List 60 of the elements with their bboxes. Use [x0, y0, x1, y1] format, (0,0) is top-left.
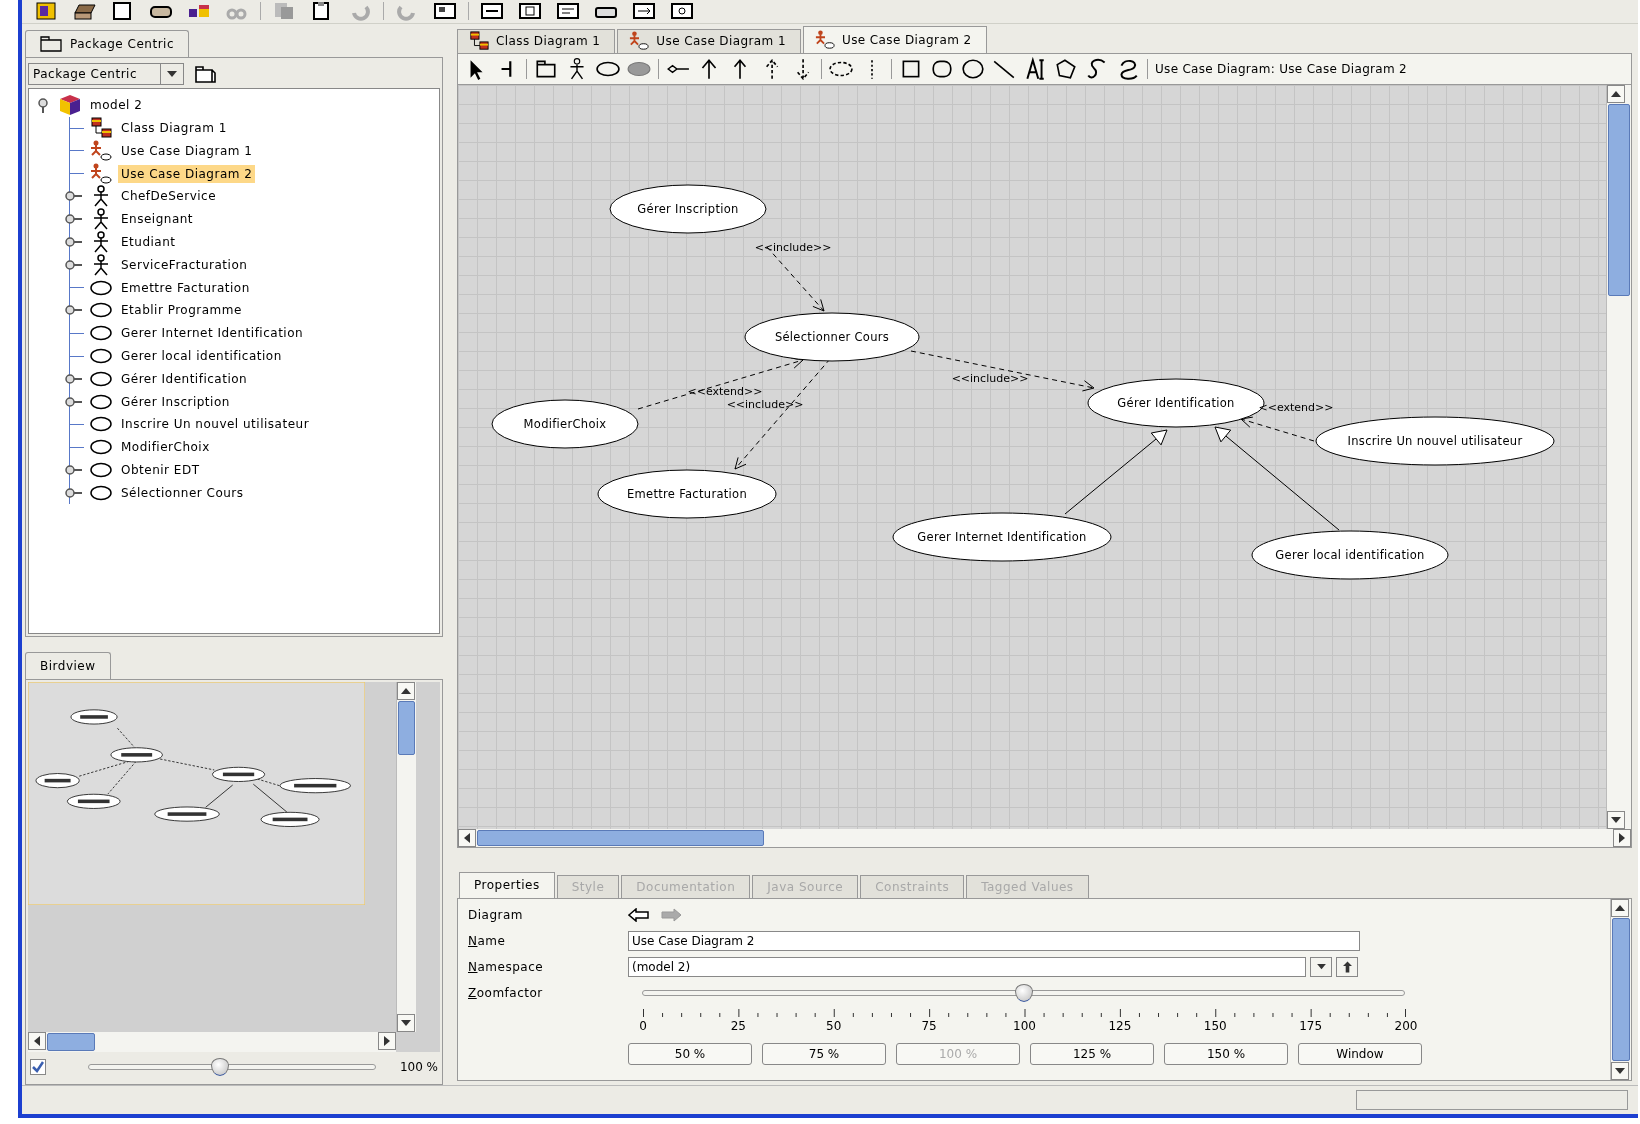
use-case-node: Gerer local identification	[1251, 530, 1449, 580]
use-case-node: ModifierChoix	[491, 399, 639, 449]
zoom-preset-button[interactable]: Window	[1298, 1042, 1422, 1065]
editor-tab[interactable]: Class Diagram 1	[457, 28, 616, 53]
tree-item[interactable]: Class Diagram 1	[118, 119, 230, 138]
tree-item[interactable]: ModifierChoix	[118, 438, 213, 457]
birdview-tab[interactable]: Birdview	[25, 651, 111, 679]
tree-item[interactable]: Use Case Diagram 2	[118, 164, 256, 183]
use-case-node: Inscrire Un nouvel utilisateur	[1315, 416, 1555, 466]
edge-label: <<include>>	[726, 397, 804, 411]
tree-item[interactable]: ServiceFracturation	[118, 255, 251, 274]
tree-item[interactable]: Emettre Facturation	[118, 278, 253, 297]
perspective-dropdown[interactable]: Package Centric	[28, 62, 184, 85]
tree-item[interactable]: Gerer local identification	[118, 347, 285, 366]
tick-label: 25	[729, 1018, 747, 1033]
tick-label: 150	[1202, 1018, 1228, 1033]
edge-label: <<include>>	[951, 371, 1029, 385]
zoom-preset-button[interactable]: 125 %	[1030, 1042, 1154, 1065]
tick-label: 0	[638, 1018, 648, 1033]
field-label: Zoomfactor	[468, 985, 544, 1000]
field-label: Diagram	[468, 907, 525, 922]
tree-item[interactable]: Inscrire Un nouvel utilisateur	[118, 415, 313, 434]
namespace-field[interactable]: (model 2)	[628, 956, 1306, 977]
tree-item[interactable]: Sélectionner Cours	[118, 483, 247, 502]
editor-tab[interactable]: Use Case Diagram 2	[802, 25, 987, 53]
navigator-tab[interactable]: Package Centric	[25, 29, 189, 57]
zoom-preset-button[interactable]: 50 %	[628, 1042, 752, 1065]
tick-label: 50	[825, 1018, 843, 1033]
edge-label: <<extend>>	[687, 384, 763, 398]
tick-label: 175	[1298, 1018, 1324, 1033]
diagram-title: Use Case Diagram: Use Case Diagram 2	[1155, 61, 1407, 76]
use-case-node: Gerer Internet Identification	[892, 512, 1112, 562]
zoom-preset-button[interactable]: 75 %	[762, 1042, 886, 1065]
use-case-node: Sélectionner Cours	[744, 312, 920, 362]
use-case-node: Emettre Facturation	[597, 469, 777, 519]
use-case-node: Gérer Inscription	[609, 184, 767, 234]
field-label: Namespace	[468, 959, 545, 974]
tree-item[interactable]: Etudiant	[118, 233, 179, 252]
tree-item[interactable]: Gerer Internet Identification	[118, 324, 307, 343]
tree-item[interactable]: model 2	[87, 95, 146, 114]
tree-item[interactable]: Gérer Identification	[118, 369, 251, 388]
edge-label: <<extend>>	[1258, 400, 1334, 414]
zoom-reading: 100 %	[399, 1059, 438, 1074]
tree-item[interactable]: Enseignant	[118, 210, 197, 229]
edge-label: <<include>>	[754, 240, 832, 254]
field-label: Name	[468, 933, 507, 948]
tick-label: 125	[1107, 1018, 1133, 1033]
tree-item[interactable]: ChefDeService	[118, 187, 220, 206]
properties-tab[interactable]: Properties	[459, 871, 555, 898]
tree-item[interactable]: Obtenir EDT	[118, 461, 203, 479]
tick-label: 200	[1393, 1018, 1419, 1033]
tree-item[interactable]: Use Case Diagram 1	[118, 141, 256, 160]
tick-label: 100	[1012, 1018, 1037, 1033]
tree-item[interactable]: Etablir Programme	[118, 301, 245, 320]
name-field[interactable]: Use Case Diagram 2	[628, 930, 1360, 951]
editor-tab[interactable]: Use Case Diagram 1	[617, 28, 801, 53]
tick-label: 75	[920, 1018, 938, 1033]
tree-item[interactable]: Gérer Inscription	[118, 392, 233, 411]
tab-label: Package Centric	[70, 36, 174, 51]
zoom-preset-button[interactable]: 150 %	[1164, 1042, 1288, 1065]
